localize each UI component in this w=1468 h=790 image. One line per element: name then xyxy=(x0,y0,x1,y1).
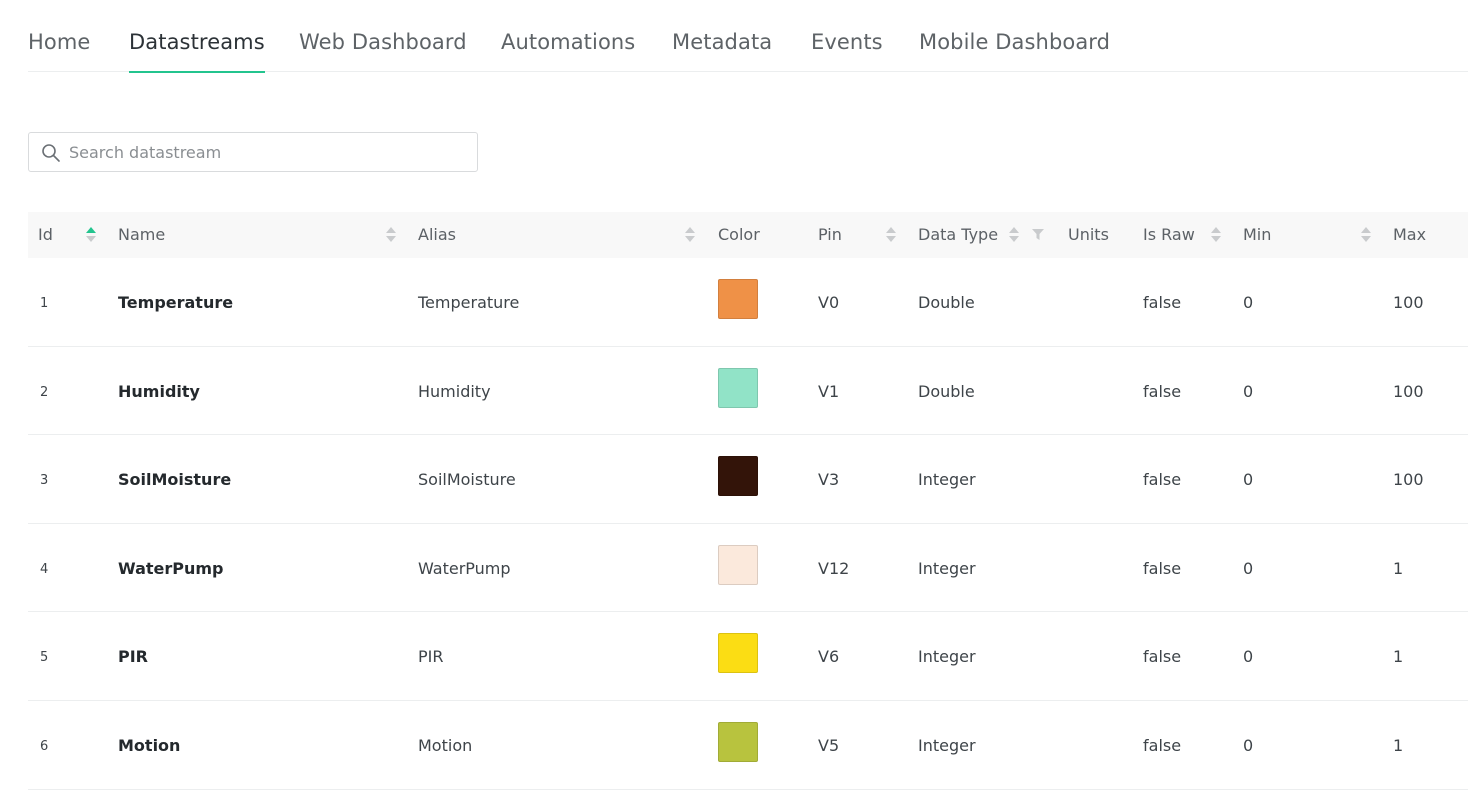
search-icon xyxy=(42,144,60,162)
cell-pin: V3 xyxy=(818,470,840,490)
column-header-data-type[interactable]: Data Type xyxy=(918,225,998,244)
datastreams-table: Id Name Alias Color Pin Data Type Units … xyxy=(28,212,1468,790)
cell-name[interactable]: Humidity xyxy=(118,382,200,401)
cell-id: 2 xyxy=(40,384,49,400)
table-row[interactable]: 5 PIR PIR V6 Integer false 0 1 xyxy=(28,612,1468,701)
table-row[interactable]: 2 Humidity Humidity V1 Double false 0 10… xyxy=(28,347,1468,436)
color-swatch xyxy=(718,544,758,585)
search-box[interactable] xyxy=(28,132,478,172)
cell-alias: SoilMoisture xyxy=(418,470,516,490)
cell-min: 0 xyxy=(1243,735,1254,755)
cell-max: 1 xyxy=(1393,735,1404,755)
color-swatch xyxy=(718,633,758,674)
cell-max: 1 xyxy=(1393,647,1404,667)
cell-min: 0 xyxy=(1243,558,1254,578)
cell-alias: WaterPump xyxy=(418,558,511,578)
table-header: Id Name Alias Color Pin Data Type Units … xyxy=(28,212,1468,258)
cell-min: 0 xyxy=(1243,470,1254,490)
cell-is-raw: false xyxy=(1143,293,1182,312)
cell-id: 1 xyxy=(40,296,49,311)
sort-pin-icon[interactable] xyxy=(886,227,896,243)
column-header-pin[interactable]: Pin xyxy=(818,225,842,244)
tab-automations[interactable]: Automations xyxy=(501,30,635,72)
column-header-id[interactable]: Id xyxy=(38,225,53,244)
cell-data-type: Integer xyxy=(918,735,976,755)
cell-alias: PIR xyxy=(418,647,444,667)
sort-name-icon[interactable] xyxy=(386,227,396,243)
column-header-is-raw[interactable]: Is Raw xyxy=(1143,225,1195,244)
cell-alias: Motion xyxy=(418,735,473,755)
cell-is-raw: false xyxy=(1143,647,1182,667)
cell-name[interactable]: Motion xyxy=(118,736,180,755)
cell-is-raw: false xyxy=(1143,558,1182,578)
filter-icon[interactable] xyxy=(1032,229,1044,240)
cell-pin: V1 xyxy=(818,381,840,401)
cell-pin: V0 xyxy=(818,293,840,312)
tab-events[interactable]: Events xyxy=(811,30,883,72)
color-swatch xyxy=(718,279,758,319)
cell-is-raw: false xyxy=(1143,735,1182,755)
column-header-alias[interactable]: Alias xyxy=(418,225,456,244)
cell-data-type: Double xyxy=(918,381,975,401)
column-header-min[interactable]: Min xyxy=(1243,225,1271,244)
cell-data-type: Integer xyxy=(918,558,976,578)
cell-data-type: Double xyxy=(918,293,975,312)
cell-min: 0 xyxy=(1243,647,1254,667)
tab-datastreams[interactable]: Datastreams xyxy=(129,30,265,73)
cell-id: 5 xyxy=(40,650,49,666)
cell-id: 6 xyxy=(40,738,49,754)
tab-bar: Home Datastreams Web Dashboard Automatio… xyxy=(28,0,1468,73)
cell-max: 100 xyxy=(1393,293,1424,312)
cell-id: 4 xyxy=(40,561,49,577)
cell-data-type: Integer xyxy=(918,647,976,667)
cell-name[interactable]: PIR xyxy=(118,647,148,666)
cell-max: 100 xyxy=(1393,381,1424,401)
color-swatch xyxy=(718,721,758,762)
table-row[interactable]: 6 Motion Motion V5 Integer false 0 1 xyxy=(28,701,1468,790)
table-row[interactable]: 1 Temperature Temperature V0 Double fals… xyxy=(28,258,1468,347)
sort-is-raw-icon[interactable] xyxy=(1211,227,1221,243)
cell-name[interactable]: SoilMoisture xyxy=(118,470,231,489)
cell-alias: Temperature xyxy=(418,293,520,312)
sort-id-icon[interactable] xyxy=(86,227,96,243)
tab-metadata[interactable]: Metadata xyxy=(672,30,772,72)
cell-min: 0 xyxy=(1243,293,1254,312)
tab-home[interactable]: Home xyxy=(28,30,90,72)
cell-id: 3 xyxy=(40,473,49,489)
sort-min-icon[interactable] xyxy=(1361,227,1371,243)
column-header-units: Units xyxy=(1068,225,1109,244)
cell-is-raw: false xyxy=(1143,470,1182,490)
cell-pin: V12 xyxy=(818,558,850,578)
column-header-name[interactable]: Name xyxy=(118,225,165,244)
cell-name[interactable]: Temperature xyxy=(118,293,233,312)
tab-mobile-dashboard[interactable]: Mobile Dashboard xyxy=(919,30,1110,72)
cell-min: 0 xyxy=(1243,381,1254,401)
sort-alias-icon[interactable] xyxy=(685,227,695,243)
table-row[interactable]: 3 SoilMoisture SoilMoisture V3 Integer f… xyxy=(28,435,1468,524)
color-swatch xyxy=(718,367,758,408)
table-row[interactable]: 4 WaterPump WaterPump V12 Integer false … xyxy=(28,524,1468,613)
column-header-max[interactable]: Max xyxy=(1393,225,1426,244)
cell-name[interactable]: WaterPump xyxy=(118,559,224,578)
color-swatch xyxy=(718,456,758,497)
cell-max: 1 xyxy=(1393,558,1404,578)
cell-alias: Humidity xyxy=(418,381,491,401)
cell-data-type: Integer xyxy=(918,470,976,490)
cell-is-raw: false xyxy=(1143,381,1182,401)
cell-pin: V6 xyxy=(818,647,840,667)
cell-max: 100 xyxy=(1393,470,1424,490)
column-header-color: Color xyxy=(718,225,760,244)
cell-pin: V5 xyxy=(818,735,840,755)
tab-web-dashboard[interactable]: Web Dashboard xyxy=(299,30,467,72)
search-input[interactable] xyxy=(69,133,469,171)
sort-data-type-icon[interactable] xyxy=(1009,227,1019,243)
